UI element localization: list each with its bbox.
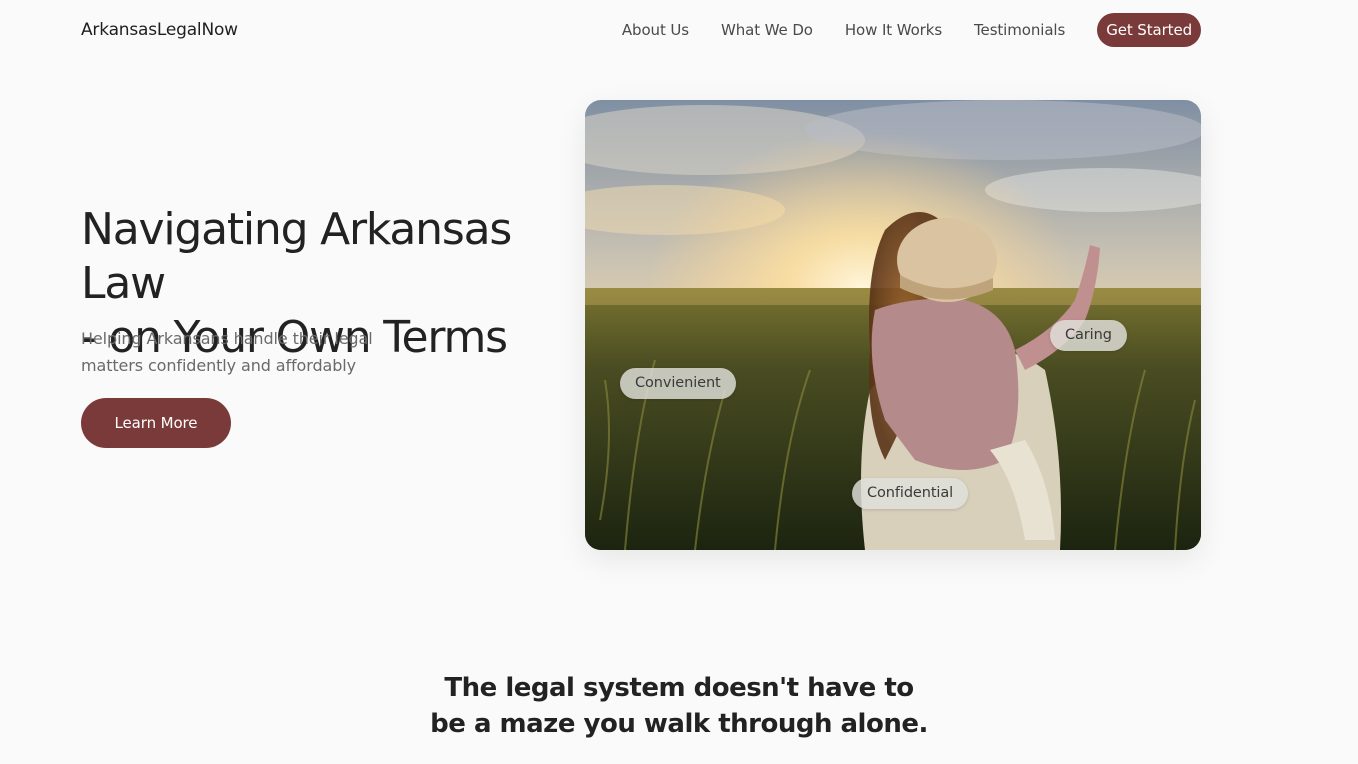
tag-confidential: Confidential bbox=[852, 478, 969, 509]
hero-subtitle: Helping Arkansans handle their legal mat… bbox=[81, 325, 401, 379]
nav-link-about-us[interactable]: About Us bbox=[622, 13, 689, 47]
nav-link-testimonials[interactable]: Testimonials bbox=[974, 13, 1065, 47]
hero-subtitle-line-2: matters confidently and affordably bbox=[81, 356, 356, 375]
nav-link-how-it-works[interactable]: How It Works bbox=[845, 13, 942, 47]
tag-caring: Caring bbox=[1050, 320, 1127, 351]
nav-link-what-we-do[interactable]: What We Do bbox=[721, 13, 813, 47]
tagline-line-2: be a maze you walk through alone. bbox=[430, 709, 928, 739]
tagline-line-1: The legal system doesn't have to bbox=[444, 673, 914, 703]
hero-title-line-1: Navigating Arkansas Law bbox=[81, 204, 512, 309]
page: ArkansasLegalNow About Us What We Do How… bbox=[0, 0, 1358, 764]
tag-convenient: Convienient bbox=[620, 368, 736, 399]
hero-subtitle-line-1: Helping Arkansans handle their legal bbox=[81, 329, 373, 348]
get-started-button[interactable]: Get Started bbox=[1097, 13, 1201, 47]
brand-logo[interactable]: ArkansasLegalNow bbox=[81, 20, 238, 40]
main-nav: About Us What We Do How It Works Testimo… bbox=[622, 13, 1201, 47]
learn-more-button[interactable]: Learn More bbox=[81, 398, 231, 448]
section-tagline: The legal system doesn't have to be a ma… bbox=[379, 670, 979, 742]
